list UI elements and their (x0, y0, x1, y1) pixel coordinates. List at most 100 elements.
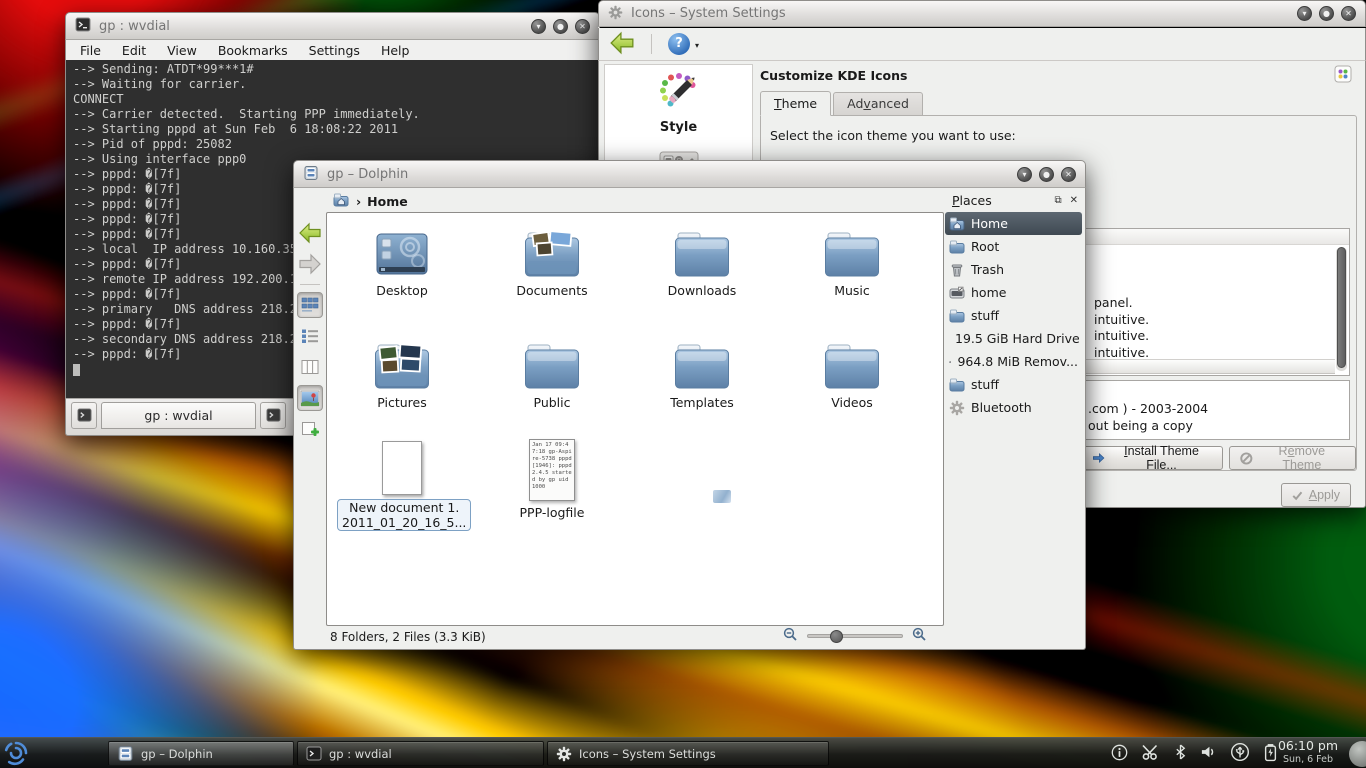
close-icon[interactable]: ✕ (1341, 6, 1356, 21)
places-item-hard-drive[interactable]: 19.5 GiB Hard Drive (945, 327, 1082, 350)
volume-icon[interactable] (1200, 744, 1217, 763)
file-templates[interactable]: Templates (637, 335, 767, 410)
info-icon[interactable] (1111, 744, 1128, 764)
tab-advanced[interactable]: Advanced (833, 92, 923, 116)
terminal-tab[interactable]: gp : wvdial (101, 402, 256, 429)
file-new-document[interactable]: New document 1.2011_01_20_16_5... (337, 437, 467, 531)
preview-toggle-button[interactable] (297, 385, 323, 411)
zoom-out-icon[interactable] (783, 627, 798, 645)
dolphin-titlebar[interactable]: gp – Dolphin ▾ ● ✕ (293, 160, 1086, 188)
list-scrollbar[interactable] (1336, 247, 1347, 371)
home-folder-icon (949, 216, 965, 232)
minimize-icon[interactable]: ▾ (1017, 167, 1032, 182)
file-ppp-logfile[interactable]: Jan 17 09:47:18 gp-Aspire-5738 pppd[1946… (487, 435, 617, 520)
places-item-home-drive[interactable]: home (945, 281, 1082, 304)
menu-view[interactable]: View (167, 43, 197, 58)
breadcrumb-home[interactable]: Home (367, 194, 408, 209)
folder-view[interactable]: Desktop Documents Downloads (326, 212, 944, 626)
menu-settings[interactable]: Settings (309, 43, 360, 58)
overview-icon[interactable] (1334, 65, 1352, 86)
places-item-stuff2[interactable]: stuff (945, 373, 1082, 396)
task-wvdial[interactable]: gp : wvdial (297, 741, 544, 766)
help-button[interactable]: ? (668, 33, 690, 55)
places-header: Places (952, 193, 992, 208)
icons-view-button[interactable] (297, 292, 323, 318)
folder-icon (787, 223, 917, 279)
minimize-icon[interactable]: ▾ (1297, 6, 1312, 21)
file-music[interactable]: Music (787, 223, 917, 298)
maximize-icon[interactable]: ● (553, 19, 568, 34)
panel-cashew-icon[interactable] (1349, 741, 1366, 767)
places-item-home[interactable]: Home (945, 212, 1082, 235)
task-system-settings[interactable]: Icons – System Settings (547, 741, 829, 766)
select-theme-label: Select the icon theme you want to use: (770, 128, 1016, 143)
check-icon (1292, 490, 1303, 501)
close-icon[interactable]: ✕ (1061, 167, 1076, 182)
apply-button[interactable]: Apply (1281, 483, 1351, 507)
maximize-icon[interactable]: ● (1039, 167, 1054, 182)
file-videos[interactable]: Videos (787, 335, 917, 410)
dolphin-statusbar: 8 Folders, 2 Files (3.3 KiB) (294, 625, 1085, 649)
gear-icon (556, 746, 572, 762)
forward-button[interactable] (297, 251, 323, 277)
tab-list-button[interactable] (260, 402, 286, 429)
launcher-button[interactable] (3, 740, 29, 768)
dolphin-app-icon (117, 745, 134, 762)
folder-icon (487, 335, 617, 391)
sidebar-item-label: Style (605, 120, 752, 135)
drive-icon (949, 354, 951, 370)
split-icon (301, 421, 319, 438)
klipper-scissors-icon[interactable] (1141, 743, 1161, 764)
new-tab-button[interactable] (71, 402, 97, 429)
remove-theme-button[interactable]: Remove Theme (1229, 446, 1356, 470)
zoom-slider-thumb[interactable] (830, 630, 843, 643)
menu-bookmarks[interactable]: Bookmarks (218, 43, 288, 58)
float-panel-icon[interactable]: ⧉ (1054, 195, 1061, 206)
pictures-folder-icon (337, 335, 467, 391)
menu-file[interactable]: File (80, 43, 101, 58)
settings-toolbar: ? (598, 28, 1366, 61)
trash-icon (949, 262, 965, 278)
terminal-titlebar[interactable]: gp : wvdial ▾ ● ✕ (65, 12, 600, 40)
file-downloads[interactable]: Downloads (637, 223, 767, 298)
selected-file-label: New document 1.2011_01_20_16_5... (337, 499, 471, 531)
sidebar-item-style[interactable]: Style (605, 71, 752, 135)
panel-clock[interactable]: 06:10 pm Sun, 6 Feb (1272, 739, 1344, 767)
file-pictures[interactable]: Pictures (337, 335, 467, 410)
drag-ghost-artifact (713, 490, 731, 503)
places-item-stuff1[interactable]: stuff (945, 304, 1082, 327)
install-theme-button[interactable]: Install Theme File... (1081, 446, 1223, 470)
bluetooth-icon[interactable] (1174, 743, 1187, 764)
usb-device-icon[interactable] (1230, 742, 1250, 765)
columns-view-button[interactable] (297, 354, 323, 380)
taskbar-panel: gp – Dolphin gp : wvdial Icons – System … (0, 737, 1366, 768)
dolphin-title: gp – Dolphin (327, 167, 408, 182)
places-item-bluetooth[interactable]: Bluetooth (945, 396, 1082, 419)
menu-edit[interactable]: Edit (122, 43, 146, 58)
file-desktop[interactable]: Desktop (337, 223, 467, 298)
dolphin-body: › Home (293, 188, 1086, 650)
details-view-button[interactable] (297, 323, 323, 349)
zoom-in-icon[interactable] (912, 627, 927, 645)
places-item-removable[interactable]: 964.8 MiB Remov... (945, 350, 1082, 373)
bluetooth-gear-icon (949, 400, 965, 416)
file-public[interactable]: Public (487, 335, 617, 410)
maximize-icon[interactable]: ● (1319, 6, 1334, 21)
split-view-button[interactable] (297, 416, 323, 442)
close-icon[interactable]: ✕ (575, 19, 590, 34)
back-button[interactable] (609, 31, 635, 58)
places-item-root[interactable]: Root (945, 235, 1082, 258)
minimize-icon[interactable]: ▾ (531, 19, 546, 34)
close-panel-icon[interactable]: ✕ (1070, 195, 1078, 206)
back-button[interactable] (297, 220, 323, 246)
tab-theme[interactable]: Theme (760, 91, 831, 116)
file-documents[interactable]: Documents (487, 223, 617, 298)
icons-view-icon (301, 297, 319, 313)
places-item-trash[interactable]: Trash (945, 258, 1082, 281)
menu-help[interactable]: Help (381, 43, 410, 58)
task-dolphin[interactable]: gp – Dolphin (108, 741, 294, 766)
zoom-slider[interactable] (807, 634, 903, 638)
settings-titlebar[interactable]: Icons – System Settings ▾ ● ✕ (598, 0, 1366, 27)
places-panel: Places ⧉ ✕ Home Root Trash (945, 188, 1082, 625)
home-folder-icon[interactable] (332, 192, 350, 211)
